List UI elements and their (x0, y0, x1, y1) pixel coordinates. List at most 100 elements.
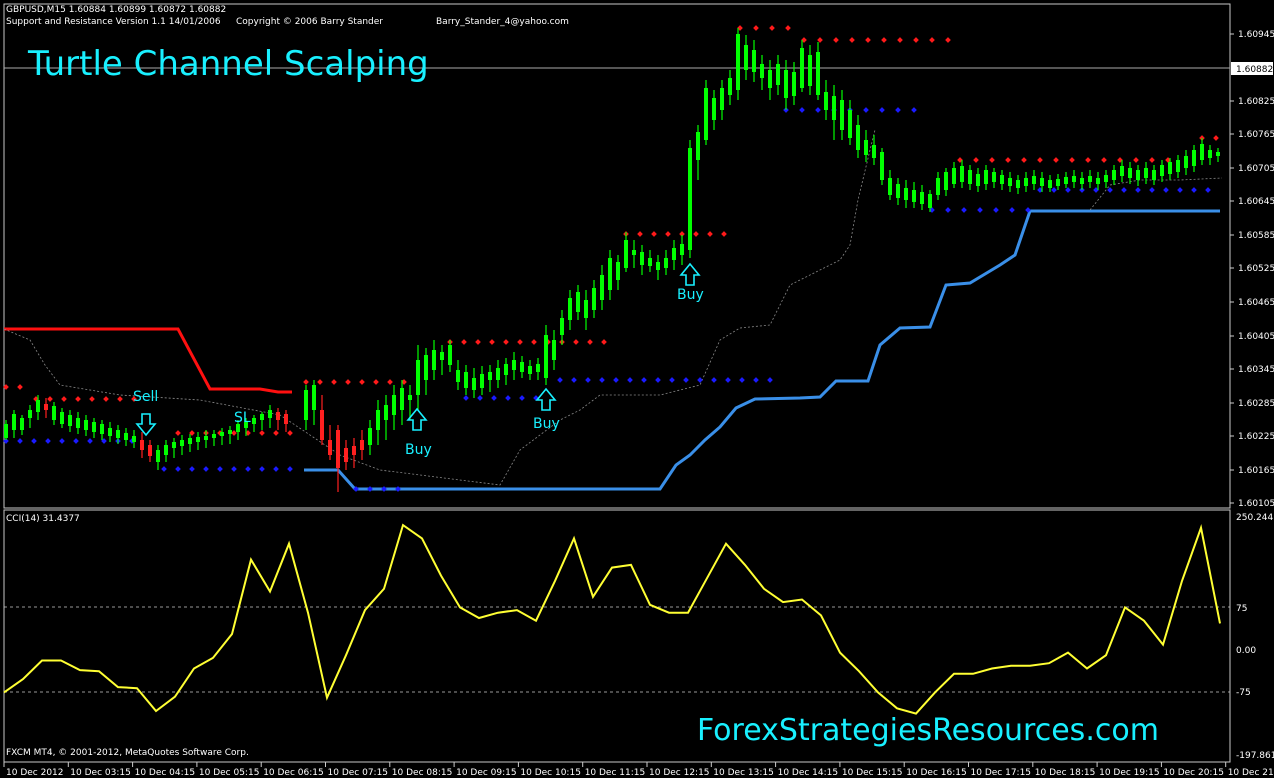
price-bar-body (456, 370, 460, 382)
price-bar-body (1040, 178, 1044, 186)
time-tick-label: 10 Dec 05:15 (199, 768, 260, 778)
price-bar-body (680, 244, 684, 255)
price-bar-body (28, 410, 32, 418)
price-bar-body (952, 168, 956, 184)
price-bar-body (1000, 175, 1004, 184)
price-bar-body (68, 415, 72, 426)
price-bar-body (1168, 162, 1172, 174)
price-bar-body (672, 248, 676, 260)
price-bar-body (1160, 165, 1164, 176)
price-bar-body (960, 166, 964, 182)
price-bar-body (1056, 179, 1060, 186)
price-bar-body (116, 430, 120, 438)
price-bar-body (712, 98, 716, 120)
time-tick-label: 10 Dec 17:15 (971, 768, 1032, 778)
price-bar-body (76, 418, 80, 428)
price-tick-label: 1.60825 (1238, 97, 1274, 107)
price-tick-label: 1.60705 (1238, 164, 1274, 174)
price-tick-label: 1.60225 (1238, 432, 1274, 442)
current-price-value: 1.60882 (1236, 65, 1273, 75)
cci-label: CCI(14) 31.4377 (6, 514, 80, 524)
price-bar-body (1184, 156, 1188, 168)
price-bar-body (260, 414, 264, 420)
price-bar-body (1048, 180, 1052, 188)
buy-label-1: Buy (405, 442, 432, 458)
price-bar-body (1152, 170, 1156, 180)
time-tick-label: 10 Dec 13:15 (713, 768, 774, 778)
price-bar-body (592, 288, 596, 310)
price-tick-label: 1.60105 (1238, 499, 1274, 509)
price-bar-body (108, 428, 112, 436)
price-bar-body (60, 412, 64, 424)
price-bar-body (44, 404, 48, 410)
price-bar-body (220, 432, 224, 436)
price-bar-body (840, 100, 844, 130)
price-bar-body (164, 445, 168, 455)
price-bar-body (512, 360, 516, 370)
price-bar-body (140, 440, 144, 450)
price-bar-body (656, 262, 660, 270)
price-bar-body (212, 434, 216, 438)
price-bar-body (520, 362, 524, 372)
current-price-tag: 1.60882 (1231, 62, 1273, 75)
price-bar-body (124, 433, 128, 440)
price-bar-body (400, 388, 404, 410)
price-bar-body (800, 48, 804, 88)
price-bar-body (440, 352, 444, 360)
cci-tick-label: 0.00 (1236, 646, 1256, 656)
price-bar-body (848, 110, 852, 138)
price-bar-body (984, 170, 988, 184)
time-tick-label: 10 Dec 08:15 (392, 768, 453, 778)
price-bar-body (1216, 152, 1220, 156)
chart-title: Turtle Channel Scalping (27, 44, 429, 84)
price-bar-body (912, 190, 916, 202)
price-bar-body (760, 64, 764, 78)
time-tick-label: 10 Dec 2012 (6, 768, 64, 778)
copyright-text: Copyright © 2006 Barry Stander (236, 17, 383, 27)
price-bar-body (688, 148, 692, 250)
price-bar-body (228, 430, 232, 434)
price-bar-body (432, 350, 436, 370)
time-tick-label: 10 Dec 07:15 (328, 768, 389, 778)
price-bar-body (304, 390, 308, 420)
price-tick-label: 1.60285 (1238, 399, 1274, 409)
price-bar-body (728, 78, 732, 95)
trading-chart[interactable]: GBPUSD,M15 1.60884 1.60899 1.60872 1.608… (0, 0, 1274, 778)
price-bar-body (1024, 178, 1028, 186)
price-bar-body (640, 252, 644, 265)
price-bar-body (1144, 168, 1148, 178)
price-bar-body (1064, 177, 1068, 184)
price-bar-body (52, 406, 56, 420)
price-tick-label: 1.60525 (1238, 264, 1274, 274)
price-bar-body (284, 414, 288, 424)
price-bar-body (352, 446, 356, 455)
price-bar-body (584, 300, 588, 318)
price-tick-label: 1.60405 (1238, 332, 1274, 342)
price-bar-body (880, 152, 884, 180)
time-tick-label: 10 Dec 16:15 (906, 768, 967, 778)
price-bar-body (1208, 150, 1212, 158)
price-bar-body (752, 50, 756, 72)
price-bar-body (408, 395, 412, 400)
cci-tick-label: -197.861 (1236, 751, 1274, 761)
price-tick-label: 1.60945 (1238, 30, 1274, 40)
price-bar-body (384, 405, 388, 420)
price-bar-body (696, 132, 700, 160)
price-bar-body (816, 52, 820, 95)
price-bar-body (268, 410, 272, 418)
price-bar-body (872, 145, 876, 158)
price-bar-body (744, 45, 748, 70)
price-bar-body (824, 92, 828, 110)
price-bar-body (896, 184, 900, 198)
price-bar-body (464, 372, 468, 388)
price-bar-body (1128, 168, 1132, 178)
price-bar-body (1072, 176, 1076, 182)
price-tick-label: 1.60165 (1238, 466, 1274, 476)
price-bar-body (1008, 178, 1012, 186)
time-tick-label: 10 Dec 06:15 (263, 768, 324, 778)
price-bar-body (920, 192, 924, 204)
time-tick-label: 10 Dec 03:15 (70, 768, 131, 778)
price-bar-body (632, 250, 636, 255)
buy-label-2: Buy (533, 416, 560, 432)
cci-tick-label: -75 (1236, 688, 1251, 698)
